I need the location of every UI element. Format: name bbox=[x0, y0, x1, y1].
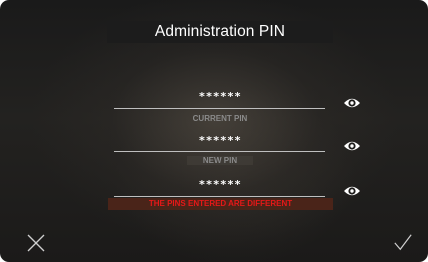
current-pin-input[interactable]: ****** bbox=[114, 90, 326, 103]
confirm-pin-underline bbox=[114, 196, 325, 197]
pin-mismatch-error: THE PINS ENTERED ARE DIFFERENT bbox=[108, 198, 333, 210]
page-title: Administration PIN bbox=[107, 21, 333, 43]
eye-icon[interactable] bbox=[343, 139, 361, 153]
pin-screen: Administration PIN ****** CURRENT PIN **… bbox=[0, 0, 428, 262]
new-pin-underline bbox=[114, 151, 325, 152]
current-pin-underline bbox=[114, 108, 325, 109]
eye-icon[interactable] bbox=[343, 96, 361, 110]
close-icon[interactable] bbox=[26, 233, 46, 253]
current-pin-label: CURRENT PIN bbox=[192, 114, 248, 123]
eye-icon[interactable] bbox=[343, 184, 361, 198]
confirm-pin-input[interactable]: ****** bbox=[114, 178, 326, 191]
new-pin-label: NEW PIN bbox=[114, 155, 326, 166]
new-pin-input[interactable]: ****** bbox=[114, 134, 326, 147]
checkmark-icon[interactable] bbox=[393, 232, 413, 252]
new-pin-label-text: NEW PIN bbox=[186, 156, 254, 165]
